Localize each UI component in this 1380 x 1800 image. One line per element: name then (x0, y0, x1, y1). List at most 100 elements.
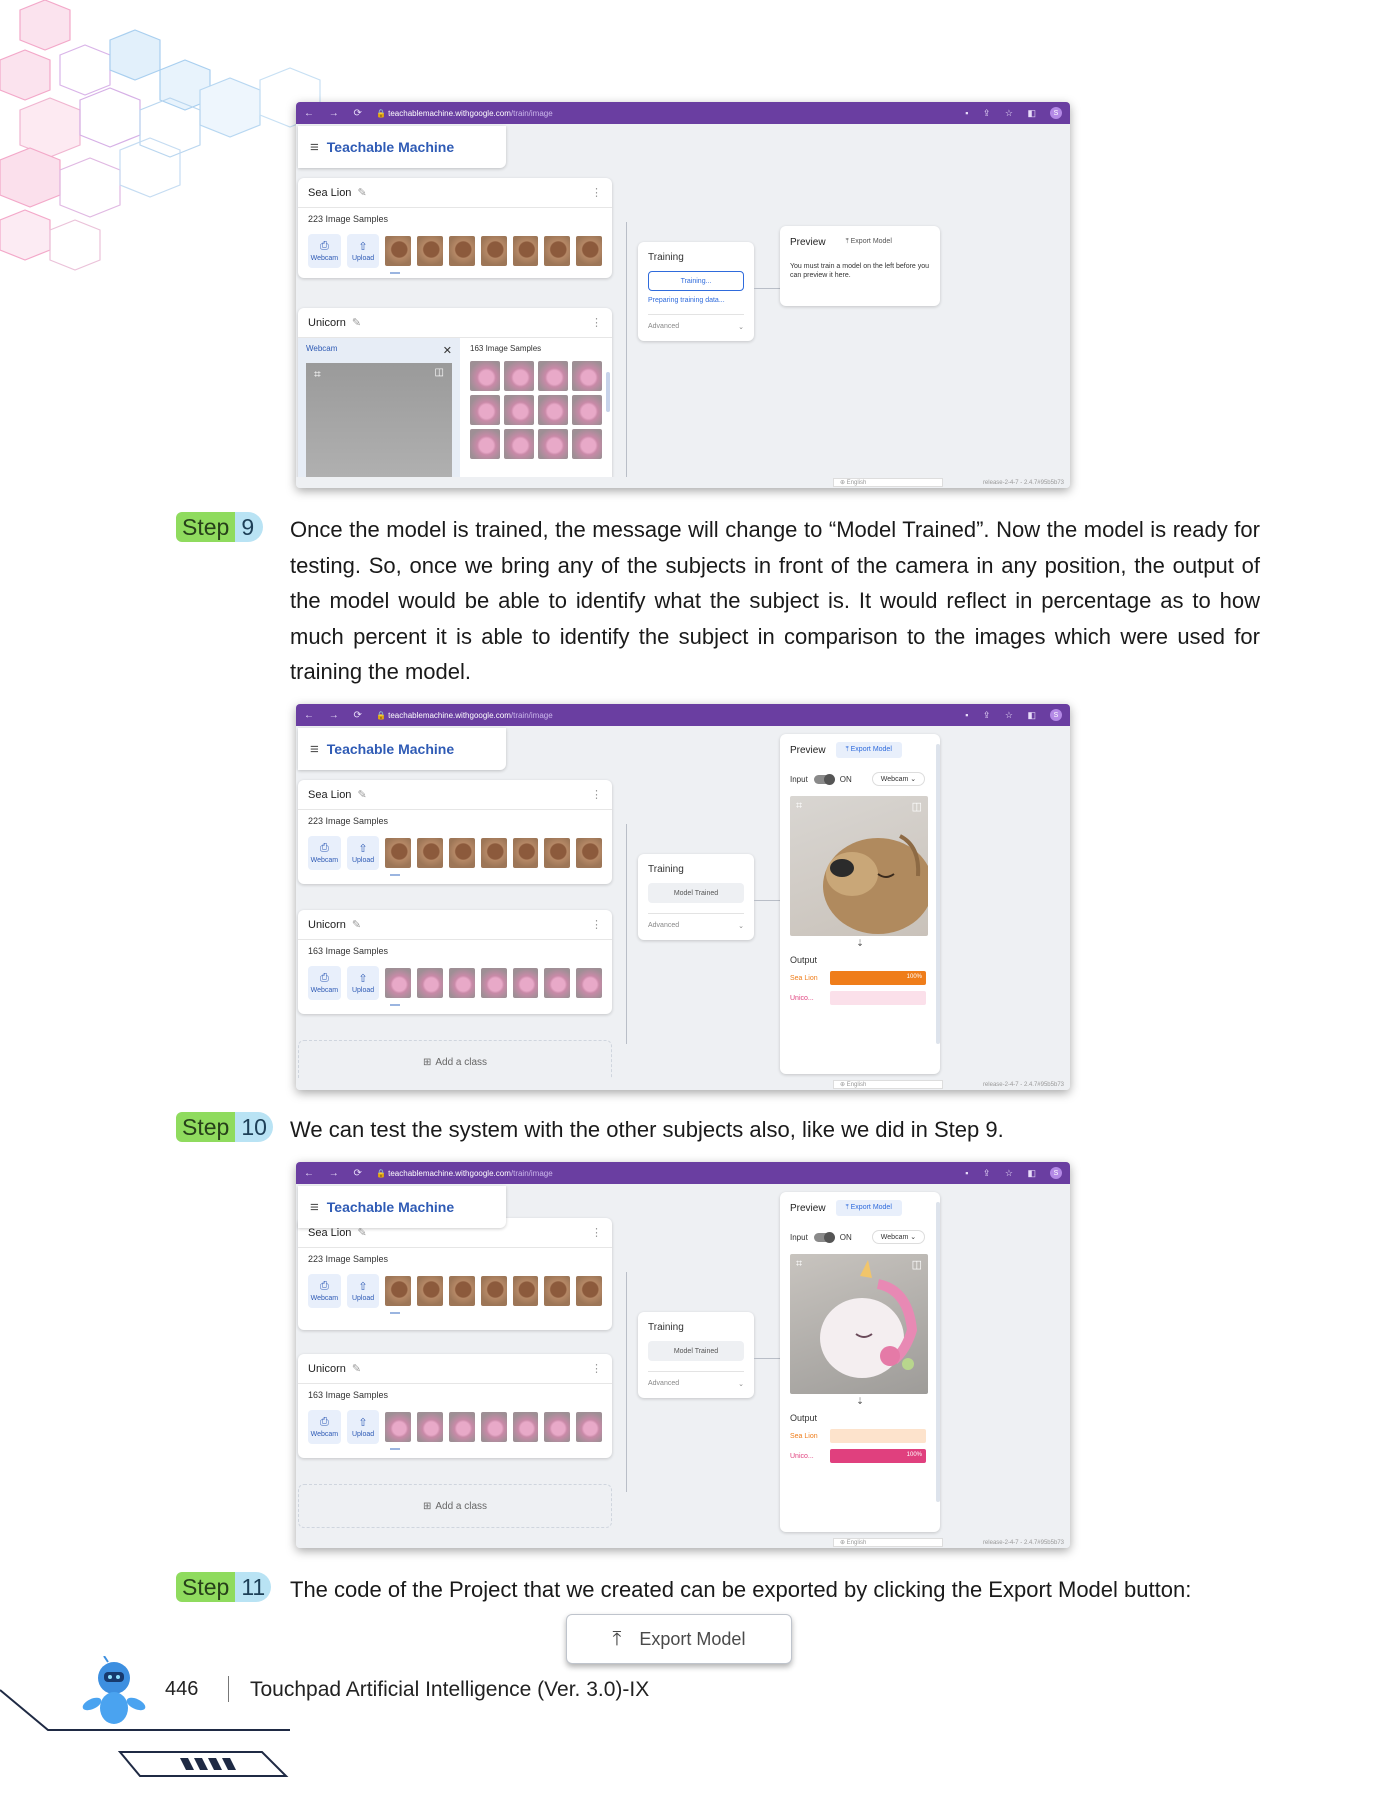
advanced-toggle[interactable]: Advanced ⌄ (648, 913, 744, 930)
upload-button[interactable]: ⇧ Upload (346, 966, 380, 1000)
more-options-icon[interactable]: ⋮ (591, 918, 602, 931)
browser-tool-icons[interactable]: ▪ ⇪ ☆ ◧ (965, 710, 1042, 721)
pencil-icon[interactable]: ✎ (352, 1362, 361, 1375)
sample-thumbnail[interactable] (544, 236, 571, 266)
sample-thumbnail[interactable] (480, 1276, 507, 1306)
sample-thumbnail[interactable] (512, 968, 539, 998)
sample-thumbnail[interactable] (470, 361, 500, 391)
webcam-button[interactable]: ⎙ Webcam (308, 1274, 341, 1308)
browser-nav-icons[interactable]: ← → ⟳ (304, 1168, 368, 1179)
sample-thumbnail[interactable] (470, 395, 500, 425)
class-name[interactable]: Sea Lion (308, 789, 351, 801)
hamburger-menu-icon[interactable]: ≡ (310, 139, 319, 156)
class-name[interactable]: Sea Lion (308, 187, 351, 199)
class-name[interactable]: Unicorn (308, 919, 346, 931)
sample-thumbnail[interactable] (470, 429, 500, 459)
class-name[interactable]: Unicorn (308, 317, 346, 329)
sample-thumbnail[interactable] (544, 968, 571, 998)
training-progress-button[interactable]: Training... (648, 271, 744, 291)
webcam-select[interactable]: Webcam ⌄ (871, 772, 926, 786)
flip-icon[interactable]: ◫ (435, 367, 444, 378)
export-model-button[interactable]: ⤒ Export Model (566, 1614, 792, 1664)
upload-button[interactable]: ⇧ Upload (346, 234, 380, 268)
browser-nav-icons[interactable]: ← → ⟳ (304, 710, 368, 721)
upload-button[interactable]: ⇧ Upload (346, 836, 380, 870)
profile-avatar[interactable]: S (1050, 107, 1062, 119)
more-options-icon[interactable]: ⋮ (591, 1226, 602, 1239)
sample-thumbnail[interactable] (448, 1412, 475, 1442)
sample-thumbnail[interactable] (544, 1276, 571, 1306)
upload-button[interactable]: ⇧ Upload (346, 1410, 380, 1444)
sample-thumbnail[interactable] (538, 361, 568, 391)
sample-thumbnail[interactable] (480, 968, 507, 998)
sample-thumbnail[interactable] (512, 1412, 539, 1442)
webcam-button[interactable]: ⎙ Webcam (308, 1410, 341, 1444)
webcam-button[interactable]: ⎙ Webcam (308, 234, 341, 268)
url-bar[interactable]: 🔒 teachablemachine.withgoogle.com/train/… (376, 1169, 957, 1178)
sample-thumbnail[interactable] (544, 1412, 571, 1442)
more-options-icon[interactable]: ⋮ (591, 316, 602, 329)
class-name[interactable]: Unicorn (308, 1363, 346, 1375)
upload-button[interactable]: ⇧ Upload (346, 1274, 380, 1308)
sample-thumbnail[interactable] (480, 1412, 507, 1442)
hamburger-menu-icon[interactable]: ≡ (310, 1199, 319, 1216)
advanced-toggle[interactable]: Advanced ⌄ (648, 1371, 744, 1388)
sample-thumbnail[interactable] (448, 1276, 475, 1306)
export-model-button[interactable]: ⤒ Export Model (835, 742, 902, 758)
input-toggle[interactable] (813, 1231, 835, 1243)
export-model-button[interactable]: ⤒ Export Model (835, 234, 902, 250)
webcam-button[interactable]: ⎙ Webcam (308, 966, 341, 1000)
sample-thumbnail[interactable] (576, 1412, 602, 1442)
sample-thumbnail[interactable] (544, 838, 571, 868)
model-trained-button[interactable]: Model Trained (648, 883, 744, 903)
pencil-icon[interactable]: ✎ (357, 788, 366, 801)
language-select[interactable]: ⊕ English (832, 1538, 943, 1547)
scroll-indicator[interactable] (390, 874, 400, 876)
scroll-indicator[interactable] (390, 1312, 400, 1314)
sample-thumbnail[interactable] (385, 838, 412, 868)
scrollbar[interactable] (606, 372, 610, 412)
sample-thumbnail[interactable] (504, 429, 534, 459)
sample-thumbnail[interactable] (385, 1276, 412, 1306)
sample-thumbnail[interactable] (576, 236, 602, 266)
sample-thumbnail[interactable] (504, 395, 534, 425)
webcam-select[interactable]: Webcam ⌄ (871, 1230, 926, 1244)
profile-avatar[interactable]: S (1050, 709, 1062, 721)
input-toggle[interactable] (813, 773, 835, 785)
sample-thumbnail[interactable] (417, 968, 443, 998)
sample-thumbnail[interactable] (576, 968, 602, 998)
sample-thumbnail[interactable] (448, 838, 475, 868)
sample-thumbnail[interactable] (538, 429, 568, 459)
sample-thumbnail[interactable] (417, 236, 443, 266)
sample-thumbnail[interactable] (385, 1412, 412, 1442)
sample-thumbnail[interactable] (504, 361, 534, 391)
sample-thumbnail[interactable] (448, 236, 475, 266)
sample-thumbnail[interactable] (385, 968, 412, 998)
pencil-icon[interactable]: ✎ (357, 186, 366, 199)
sample-thumbnail[interactable] (448, 968, 475, 998)
sample-thumbnail[interactable] (417, 1412, 443, 1442)
browser-nav-icons[interactable]: ← → ⟳ (304, 108, 368, 119)
hamburger-menu-icon[interactable]: ≡ (310, 741, 319, 758)
sample-thumbnail[interactable] (417, 1276, 443, 1306)
sample-thumbnail[interactable] (385, 236, 412, 266)
model-trained-button[interactable]: Model Trained (648, 1341, 744, 1361)
scrollbar[interactable] (936, 1202, 940, 1502)
webcam-button[interactable]: ⎙ Webcam (308, 836, 341, 870)
more-options-icon[interactable]: ⋮ (591, 186, 602, 199)
sample-thumbnail[interactable] (572, 429, 602, 459)
sample-thumbnail[interactable] (480, 236, 507, 266)
sample-thumbnail[interactable] (572, 395, 602, 425)
sample-thumbnail[interactable] (572, 361, 602, 391)
class-name[interactable]: Sea Lion (308, 1227, 351, 1239)
sample-thumbnail[interactable] (480, 838, 507, 868)
sample-thumbnail[interactable] (576, 838, 602, 868)
scroll-indicator[interactable] (390, 1448, 400, 1450)
export-model-button[interactable]: ⤒ Export Model (835, 1200, 902, 1216)
close-icon[interactable]: ✕ (443, 344, 452, 357)
sample-thumbnail[interactable] (512, 1276, 539, 1306)
scrollbar[interactable] (936, 744, 940, 1044)
sample-thumbnail[interactable] (538, 395, 568, 425)
pencil-icon[interactable]: ✎ (352, 918, 361, 931)
scroll-indicator[interactable] (390, 1004, 400, 1006)
